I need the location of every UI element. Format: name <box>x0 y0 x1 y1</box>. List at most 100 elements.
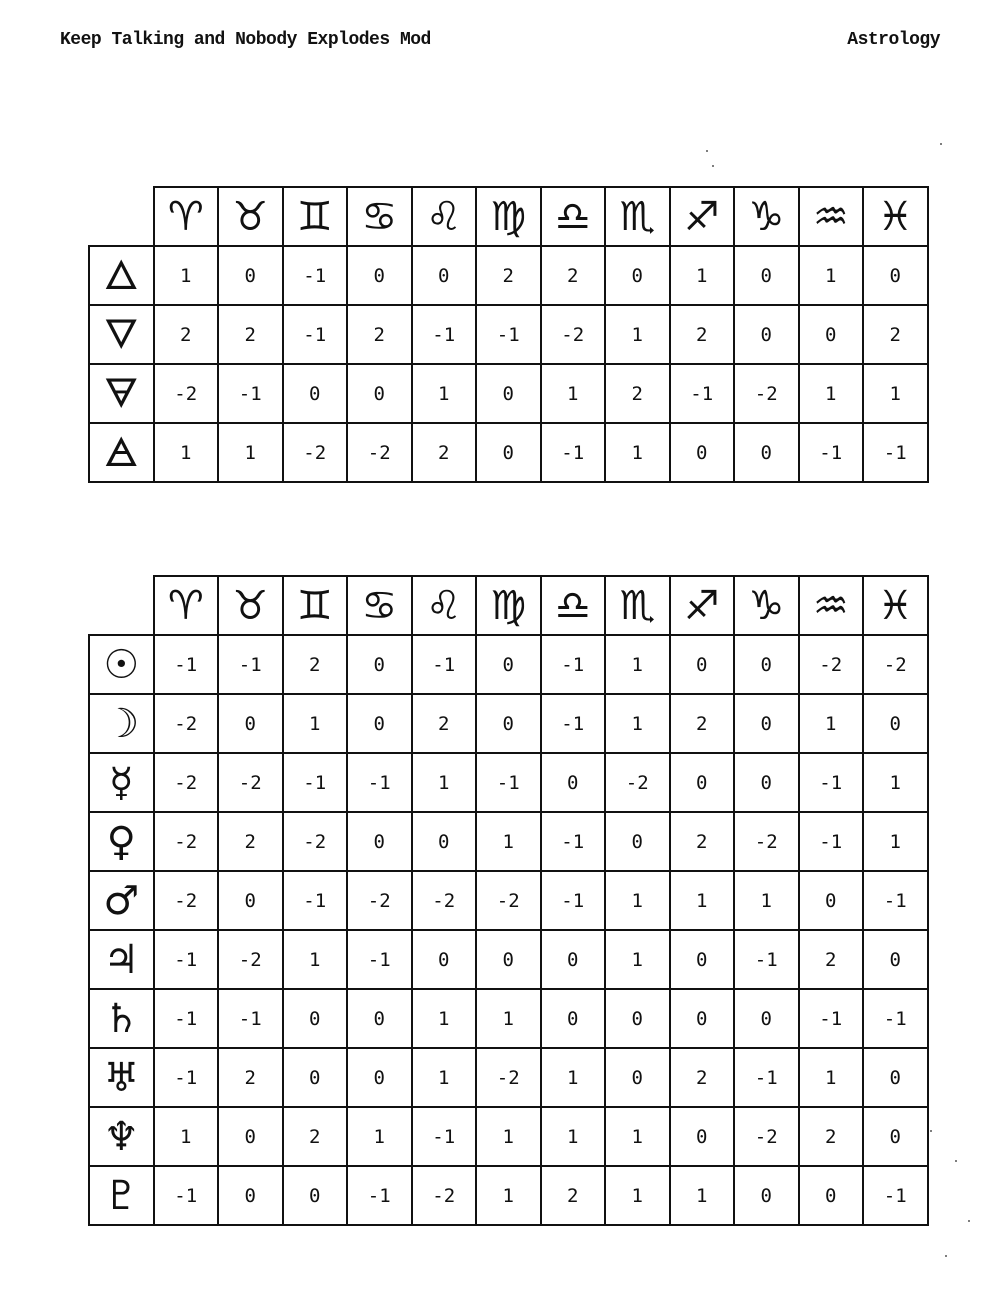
sagittarius-icon: ♐ <box>668 186 735 247</box>
air-element-icon: 🜁 <box>88 422 155 483</box>
paper-speck <box>930 1130 932 1132</box>
table-cell: 0 <box>217 1165 284 1226</box>
table-cell: 1 <box>604 870 671 931</box>
libra-icon: ♎ <box>539 575 606 636</box>
table-cell: 0 <box>604 1047 671 1108</box>
zodiac-header-row: ♈ ♉ ♊ ♋ ♌ ♍ ♎ ♏ ♐ ♑ ♒ ♓ <box>89 186 929 247</box>
table-cell: -2 <box>152 870 219 931</box>
table-cell: 0 <box>733 693 800 754</box>
table-cell: -2 <box>410 1165 477 1226</box>
table-cell: 0 <box>217 1106 284 1167</box>
table-row: ♅ -1 2 0 0 1 -2 1 0 2 -1 1 0 <box>88 1047 929 1108</box>
zodiac-header-row: ♈ ♉ ♊ ♋ ♌ ♍ ♎ ♏ ♐ ♑ ♒ ♓ <box>89 575 929 636</box>
table-row: 🜁 1 1 -2 -2 2 0 -1 1 0 0 -1 -1 <box>88 422 929 483</box>
virgo-icon: ♍ <box>475 186 542 247</box>
table-row: ☿ -2 -2 -1 -1 1 -1 0 -2 0 0 -1 1 <box>88 752 929 813</box>
virgo-icon: ♍ <box>475 575 542 636</box>
table-cell: -1 <box>410 304 477 365</box>
table-cell: -1 <box>152 929 219 990</box>
table-cell: -1 <box>733 1047 800 1108</box>
aries-icon: ♈ <box>152 575 219 636</box>
jupiter-icon: ♃ <box>88 929 155 990</box>
table-cell: 2 <box>668 811 735 872</box>
gemini-icon: ♊ <box>281 186 348 247</box>
table-cell: -2 <box>346 870 413 931</box>
header-module-name: Astrology <box>847 30 940 50</box>
table-cell: -2 <box>217 752 284 813</box>
table-row: ♂ -2 0 -1 -2 -2 -2 -1 1 1 1 0 -1 <box>88 870 929 931</box>
capricorn-icon: ♑ <box>733 575 800 636</box>
table-cell: -1 <box>797 752 864 813</box>
table-cell: 1 <box>475 988 542 1049</box>
table-cell: 0 <box>733 752 800 813</box>
table-cell: 1 <box>668 870 735 931</box>
table-cell: 0 <box>346 363 413 424</box>
table-cell: -2 <box>475 1047 542 1108</box>
table-cell: 0 <box>668 988 735 1049</box>
aries-icon: ♈ <box>152 186 219 247</box>
table-cell: 2 <box>410 422 477 483</box>
table-cell: 1 <box>281 929 348 990</box>
table-cell: 2 <box>281 634 348 695</box>
table-cell: 2 <box>281 1106 348 1167</box>
table-cell: -2 <box>733 811 800 872</box>
table-cell: -1 <box>539 870 606 931</box>
table-row: 🜄 2 2 -1 2 -1 -1 -2 1 2 0 0 2 <box>88 304 929 365</box>
table-cell: 1 <box>604 1165 671 1226</box>
table-cell: 0 <box>346 634 413 695</box>
planets-zodiac-table: ♈ ♉ ♊ ♋ ♌ ♍ ♎ ♏ ♐ ♑ ♒ ♓ ☉ -1 -1 2 0 -1 0 -1 1 0 0 -2 -2 ☽ -2 0 1 0 2 0-… <box>88 575 929 1226</box>
table-cell: 0 <box>281 988 348 1049</box>
table-cell: 0 <box>475 693 542 754</box>
table-cell: 0 <box>862 693 929 754</box>
table-cell: 0 <box>668 929 735 990</box>
table-cell: 0 <box>862 1106 929 1167</box>
table-cell: -2 <box>410 870 477 931</box>
table-cell: -1 <box>862 1165 929 1226</box>
cancer-icon: ♋ <box>346 186 413 247</box>
table-cell: 0 <box>733 304 800 365</box>
table-cell: -1 <box>346 929 413 990</box>
table-cell: 2 <box>539 1165 606 1226</box>
table-cell: -1 <box>475 304 542 365</box>
table-cell: -1 <box>539 693 606 754</box>
table-cell: 2 <box>152 304 219 365</box>
table-corner <box>89 187 155 247</box>
moon-icon: ☽ <box>88 693 155 754</box>
leo-icon: ♌ <box>410 575 477 636</box>
table-cell: 1 <box>797 245 864 306</box>
table-cell: 0 <box>346 245 413 306</box>
saturn-icon: ♄ <box>88 988 155 1049</box>
sagittarius-icon: ♐ <box>668 575 735 636</box>
table-cell: 0 <box>475 634 542 695</box>
table-cell: 1 <box>475 811 542 872</box>
table-row: 🜃 -2 -1 0 0 1 0 1 2 -1 -2 1 1 <box>88 363 929 424</box>
table-cell: -1 <box>346 752 413 813</box>
table-row: ♀ -2 2 -2 0 0 1 -1 0 2 -2 -1 1 <box>88 811 929 872</box>
table-cell: 0 <box>862 245 929 306</box>
table-cell: 1 <box>410 363 477 424</box>
table-cell: 0 <box>217 245 284 306</box>
table-cell: -1 <box>152 634 219 695</box>
table-row: ☽ -2 0 1 0 2 0 -1 1 2 0 1 0 <box>88 693 929 754</box>
mars-icon: ♂ <box>88 870 155 931</box>
table-cell: 1 <box>152 245 219 306</box>
neptune-icon: ♆ <box>88 1106 155 1167</box>
table-cell: 0 <box>862 929 929 990</box>
table-cell: 0 <box>797 1165 864 1226</box>
table-cell: 0 <box>668 422 735 483</box>
table-cell: 0 <box>668 1106 735 1167</box>
table-cell: -1 <box>217 363 284 424</box>
table-cell: 1 <box>797 363 864 424</box>
table-cell: 1 <box>797 693 864 754</box>
table-cell: 2 <box>862 304 929 365</box>
table-cell: 2 <box>217 304 284 365</box>
taurus-icon: ♉ <box>217 575 284 636</box>
table-cell: 2 <box>475 245 542 306</box>
table-cell: 1 <box>668 245 735 306</box>
table-cell: -1 <box>539 811 606 872</box>
table-cell: -2 <box>152 363 219 424</box>
table-cell: -2 <box>217 929 284 990</box>
paper-speck <box>955 1160 957 1162</box>
earth-element-icon: 🜃 <box>88 363 155 424</box>
table-row: ♄ -1 -1 0 0 1 1 0 0 0 0 -1 -1 <box>88 988 929 1049</box>
